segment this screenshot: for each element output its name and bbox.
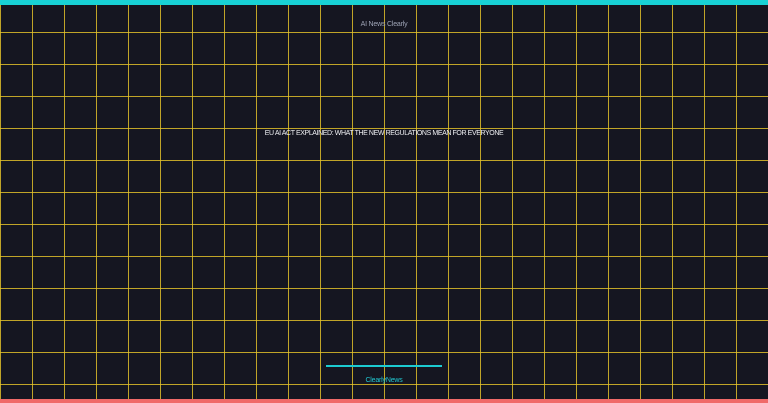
headline-title: EU AI ACT EXPLAINED: WHAT THE NEW REGULA…: [264, 130, 504, 137]
top-accent-bar: [0, 0, 768, 5]
footer-brand-label: ClearlyNews: [365, 377, 403, 384]
bottom-accent-bar: [0, 399, 768, 403]
footer-divider-line: [326, 365, 442, 367]
brand-title: AI News Clearly: [360, 21, 408, 28]
grid-background: AI News Clearly EU AI ACT EXPLAINED: WHA…: [0, 0, 768, 403]
